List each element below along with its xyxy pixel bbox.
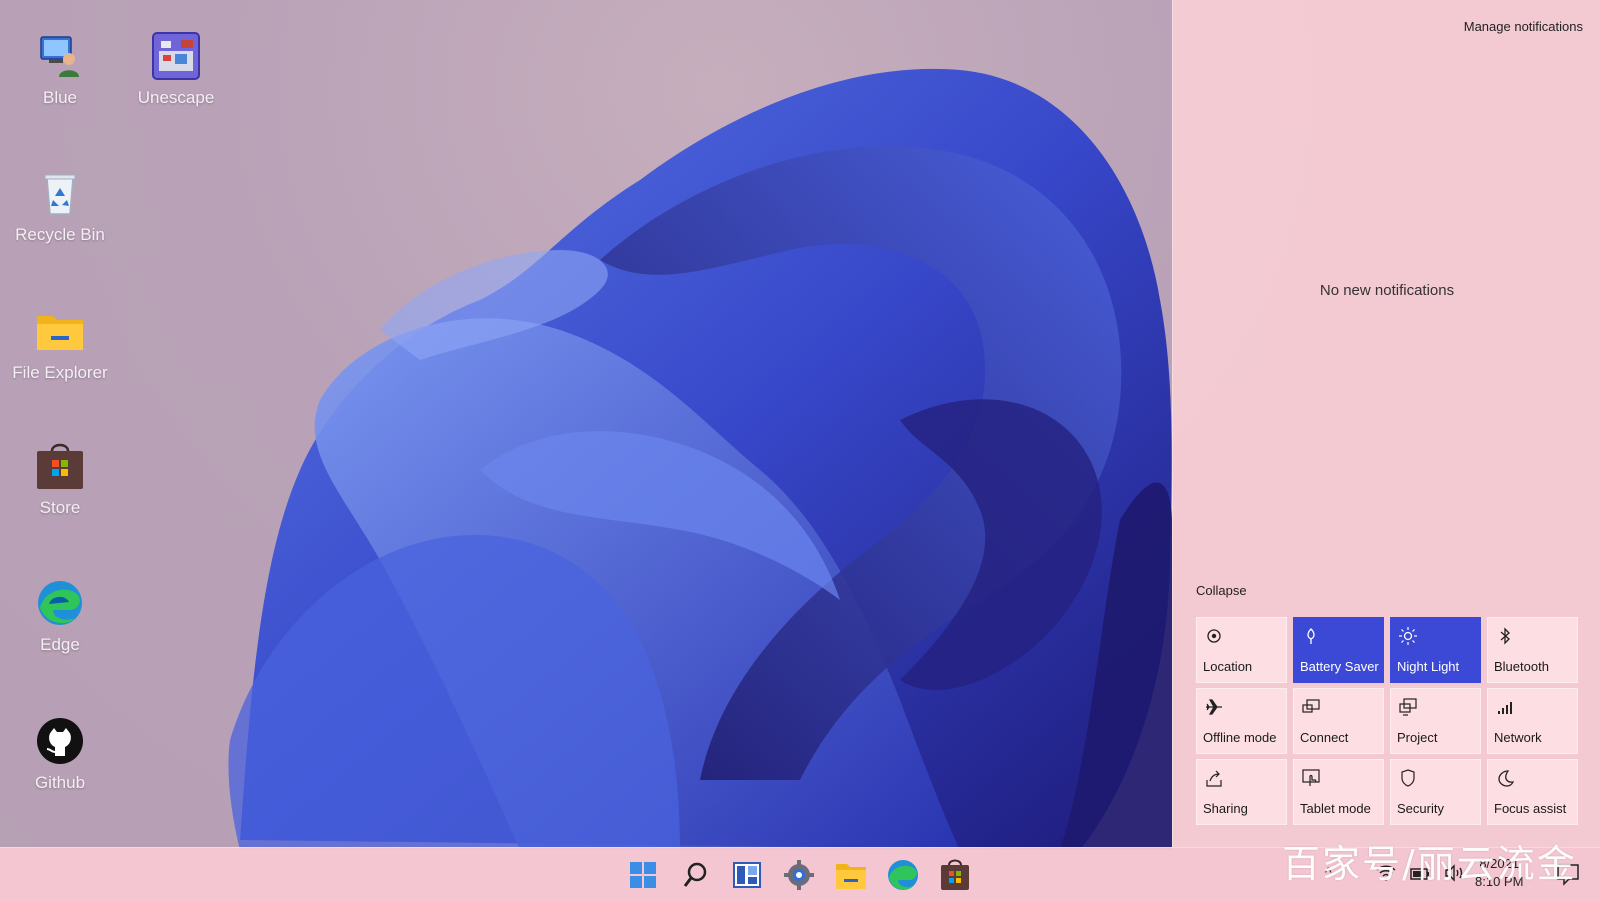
store-button[interactable] — [936, 856, 974, 894]
tile-label: Battery Saver — [1300, 659, 1379, 674]
collapse-link[interactable]: Collapse — [1196, 583, 1247, 598]
airplane-icon — [1206, 699, 1222, 715]
tile-night-light[interactable]: Night Light — [1390, 617, 1481, 683]
watermark-text: 百家号/丽云流金 — [1282, 842, 1577, 886]
file-explorer-button[interactable] — [832, 856, 870, 894]
battery-saver-icon — [1307, 628, 1315, 644]
tile-label: Security — [1397, 801, 1444, 816]
desktop-icon-label: Unescape — [137, 88, 215, 107]
desktop-icon-label: Edge — [40, 635, 80, 654]
tile-location[interactable]: Location — [1196, 617, 1287, 683]
widgets-icon — [733, 862, 761, 888]
location-icon — [1207, 629, 1221, 643]
desktop-icon-label: Recycle Bin — [15, 225, 105, 244]
tile-focus-assist[interactable]: Focus assist — [1487, 759, 1578, 825]
desktop-icon-store[interactable]: Store — [12, 441, 108, 519]
no-notifications-text: No new notifications — [1319, 282, 1455, 299]
store-icon — [941, 859, 969, 890]
tile-label: Connect — [1300, 730, 1349, 745]
start-icon — [630, 862, 656, 888]
manage-notifications-link[interactable]: Manage notifications — [1464, 19, 1583, 34]
tile-connect[interactable]: Connect — [1293, 688, 1384, 754]
quick-actions-grid: Location Battery Saver Night Light Bluet… — [1196, 617, 1582, 825]
recycle-bin-icon — [35, 168, 85, 218]
night-light-icon — [1399, 627, 1417, 645]
tile-label: Location — [1203, 659, 1253, 674]
tile-security[interactable]: Security — [1390, 759, 1481, 825]
store-icon — [35, 441, 85, 491]
moon-icon — [1498, 770, 1515, 787]
widgets-button[interactable] — [728, 856, 766, 894]
tile-label: Tablet mode — [1300, 801, 1371, 816]
desktop-icon-unescape[interactable]: Unescape — [128, 31, 224, 109]
github-icon — [35, 716, 85, 766]
tile-tablet-mode[interactable]: Tablet mode — [1293, 759, 1384, 825]
network-icon — [1498, 702, 1512, 714]
tile-label: Night Light — [1397, 659, 1460, 674]
desktop-icon-file-explorer[interactable]: File Explorer — [12, 306, 108, 384]
desktop-icon-label: File Explorer — [12, 363, 108, 382]
tile-offline-mode[interactable]: Offline mode — [1196, 688, 1287, 754]
action-center-panel: Manage notifications No new notification… — [1172, 0, 1600, 847]
taskbar-apps — [624, 856, 974, 894]
project-icon — [1399, 698, 1417, 716]
start-button[interactable] — [624, 856, 662, 894]
edge-icon — [888, 860, 918, 890]
tile-label: Bluetooth — [1494, 659, 1549, 674]
desktop-icon-blue[interactable]: Blue — [12, 31, 108, 109]
edge-button[interactable] — [884, 856, 922, 894]
desktop-icon-label: Blue — [42, 88, 78, 107]
folder-icon — [35, 306, 85, 356]
desktop-icon-label: Store — [39, 498, 81, 517]
sharing-icon — [1206, 770, 1222, 787]
tile-label: Sharing — [1203, 801, 1248, 816]
file-explorer-icon — [836, 864, 866, 889]
unescape-game-icon — [151, 31, 201, 81]
tile-label: Project — [1397, 730, 1438, 745]
tile-label: Offline mode — [1203, 730, 1277, 745]
connect-icon — [1302, 699, 1320, 713]
bluetooth-icon — [1500, 627, 1510, 645]
shield-icon — [1401, 769, 1415, 787]
settings-icon — [784, 860, 814, 890]
tile-sharing[interactable]: Sharing — [1196, 759, 1287, 825]
search-button[interactable] — [676, 856, 714, 894]
settings-button[interactable] — [780, 856, 818, 894]
tablet-mode-icon — [1302, 769, 1320, 786]
tile-network[interactable]: Network — [1487, 688, 1578, 754]
tile-project[interactable]: Project — [1390, 688, 1481, 754]
desktop-icon-edge[interactable]: Edge — [12, 578, 108, 656]
tile-bluetooth[interactable]: Bluetooth — [1487, 617, 1578, 683]
search-icon — [683, 862, 707, 887]
desktop-icon-label: Github — [34, 773, 86, 792]
tile-label: Network — [1494, 730, 1542, 745]
tile-label: Focus assist — [1494, 801, 1567, 816]
desktop-icon-github[interactable]: Github — [12, 716, 108, 794]
desktop-icon-recycle-bin[interactable]: Recycle Bin — [12, 168, 108, 246]
user-computer-icon — [35, 31, 85, 81]
edge-icon — [35, 578, 85, 628]
tile-battery-saver[interactable]: Battery Saver — [1293, 617, 1384, 683]
